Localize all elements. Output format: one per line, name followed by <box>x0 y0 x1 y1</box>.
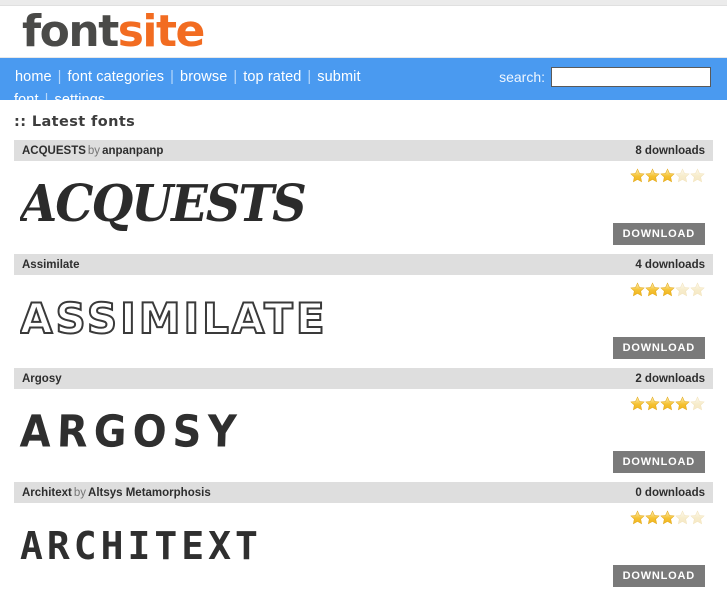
nav-item-settings[interactable]: settings <box>53 92 106 100</box>
list-item: ACQUESTS by anpanpanp 8 downloads ACQUESTS… <box>14 140 713 254</box>
font-item-header: Architext by Altsys Metamorphosis 0 downlo… <box>14 482 713 503</box>
nav-separator: | <box>44 92 49 100</box>
site-header: fontsite <box>0 6 727 58</box>
site-logo[interactable]: fontsite <box>22 9 205 54</box>
star-filled-icon[interactable] <box>660 396 675 411</box>
by-label: by <box>73 486 87 499</box>
star-empty-icon[interactable] <box>690 282 705 297</box>
font-item-header: ACQUESTS by anpanpanp 8 downloads <box>14 140 713 161</box>
font-name-label: Assimilate <box>22 259 84 271</box>
font-item-body: ARCHITEXT DOWNLOAD <box>14 503 713 596</box>
nav-links: home | font categories | browse | top rated | su… <box>14 66 444 100</box>
rating-stars[interactable] <box>630 396 705 411</box>
font-name[interactable]: Assimilate <box>22 259 80 271</box>
font-preview-image[interactable]: ARCHITEXT <box>20 509 262 583</box>
rating-stars[interactable] <box>630 510 705 525</box>
star-filled-icon[interactable] <box>660 510 675 525</box>
star-empty-icon[interactable] <box>675 168 690 183</box>
by-label <box>80 259 84 271</box>
download-count: 2 downloads <box>635 372 705 385</box>
font-preview-image[interactable]: ARGOSY <box>19 391 244 472</box>
star-filled-icon[interactable] <box>645 510 660 525</box>
navigation-bar: home | font categories | browse | top rated | su… <box>0 58 727 100</box>
search-label: search: <box>499 69 545 85</box>
star-filled-icon[interactable] <box>660 168 675 183</box>
nav-item-font-categories[interactable]: font categories <box>67 69 166 85</box>
star-filled-icon[interactable] <box>630 168 645 183</box>
download-count: 4 downloads <box>635 258 705 271</box>
star-empty-icon[interactable] <box>690 510 705 525</box>
list-item: Assimilate 4 downloads ASSIMILATE DOWNLO… <box>14 254 713 368</box>
font-preview-image[interactable]: ASSIMILATE <box>20 281 328 355</box>
nav-separator: | <box>307 69 312 85</box>
by-label <box>62 373 66 385</box>
star-empty-icon[interactable] <box>675 282 690 297</box>
star-empty-icon[interactable] <box>690 168 705 183</box>
download-button[interactable]: DOWNLOAD <box>612 337 705 359</box>
logo-text-site: site <box>117 5 206 57</box>
font-name[interactable]: Architext <box>22 487 72 499</box>
nav-item-browse[interactable]: browse <box>179 69 228 85</box>
font-preview-image[interactable]: ACQUESTS <box>20 165 305 243</box>
nav-separator: | <box>57 69 62 85</box>
logo-text-font: font <box>22 5 119 57</box>
font-name-label: ACQUESTS by anpanpanp <box>22 145 163 157</box>
font-name[interactable]: Argosy <box>22 373 62 385</box>
font-item-body: ASSIMILATE DOWNLOAD <box>14 275 713 368</box>
font-item-body: ACQUESTS DOWNLOAD <box>14 161 713 254</box>
font-item-header: Argosy 2 downloads <box>14 368 713 389</box>
download-button[interactable]: DOWNLOAD <box>612 565 705 587</box>
star-empty-icon[interactable] <box>690 396 705 411</box>
font-item-body: ARGOSY DOWNLOAD <box>14 389 713 482</box>
nav-item-top-rated[interactable]: top rated <box>242 69 302 85</box>
star-filled-icon[interactable] <box>645 396 660 411</box>
list-item: Argosy 2 downloads ARGOSY DOWNLOAD <box>14 368 713 482</box>
font-list: ACQUESTS by anpanpanp 8 downloads ACQUESTS… <box>0 140 727 596</box>
font-name[interactable]: ACQUESTS <box>22 145 86 157</box>
star-filled-icon[interactable] <box>630 510 645 525</box>
star-filled-icon[interactable] <box>645 168 660 183</box>
font-author[interactable]: anpanpanp <box>102 145 163 157</box>
rating-stars[interactable] <box>630 168 705 183</box>
font-name-label: Architext by Altsys Metamorphosis <box>22 487 211 499</box>
nav-separator: | <box>233 69 238 85</box>
download-count: 8 downloads <box>635 144 705 157</box>
search-input[interactable] <box>551 67 711 87</box>
nav-separator: | <box>170 69 175 85</box>
font-name-label: Argosy <box>22 373 66 385</box>
rating-stars[interactable] <box>630 282 705 297</box>
nav-item-home[interactable]: home <box>14 69 53 85</box>
by-label: by <box>87 144 101 157</box>
star-filled-icon[interactable] <box>630 282 645 297</box>
star-filled-icon[interactable] <box>630 396 645 411</box>
star-filled-icon[interactable] <box>675 396 690 411</box>
star-filled-icon[interactable] <box>645 282 660 297</box>
download-button[interactable]: DOWNLOAD <box>612 223 705 245</box>
star-empty-icon[interactable] <box>675 510 690 525</box>
font-item-header: Assimilate 4 downloads <box>14 254 713 275</box>
search-area: search: <box>499 67 711 87</box>
list-item: Architext by Altsys Metamorphosis 0 downlo… <box>14 482 713 596</box>
page-title: :: Latest fonts <box>14 114 136 130</box>
font-author[interactable]: Altsys Metamorphosis <box>88 487 211 499</box>
star-filled-icon[interactable] <box>660 282 675 297</box>
download-count: 0 downloads <box>635 486 705 499</box>
download-button[interactable]: DOWNLOAD <box>612 451 705 473</box>
